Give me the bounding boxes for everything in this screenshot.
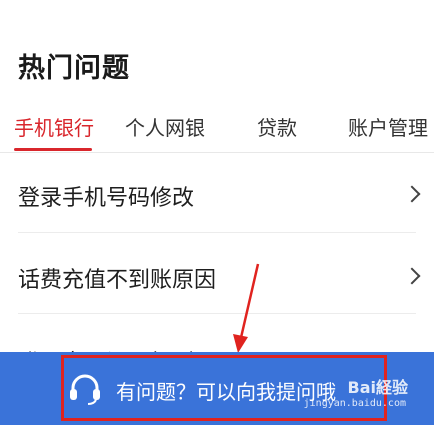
faq-question: 登录手机号码修改 [18, 186, 195, 211]
active-tab-indicator [14, 148, 92, 151]
tab-account-management[interactable]: 账户管理 [348, 112, 428, 141]
chevron-right-icon [403, 185, 421, 203]
chevron-right-icon [403, 267, 421, 285]
watermark-brand: Bai経验 [347, 378, 408, 397]
page-title: 热门问题 [18, 53, 130, 84]
watermark-url: jingyan.baidu.com [303, 398, 406, 409]
annotation-arrow [233, 263, 260, 353]
faq-item-change-login-phone[interactable]: 登录手机号码修改 [0, 153, 434, 233]
faq-question: 话费充值不到账原因 [18, 268, 217, 293]
ask-question-bar[interactable]: 有问题？可以向我提问哦 Bai経验 jingyan.baidu.com [0, 352, 434, 425]
headset-icon [70, 374, 100, 405]
faq-item-topup-not-received[interactable]: 话费充值不到账原因 [0, 233, 434, 313]
category-tabs: 手机银行 个人网银 贷款 账户管理 [0, 108, 434, 152]
tab-loans[interactable]: 贷款 [257, 112, 297, 141]
tab-personal-online-banking[interactable]: 个人网银 [125, 112, 205, 141]
tab-mobile-banking[interactable]: 手机银行 [14, 112, 94, 141]
